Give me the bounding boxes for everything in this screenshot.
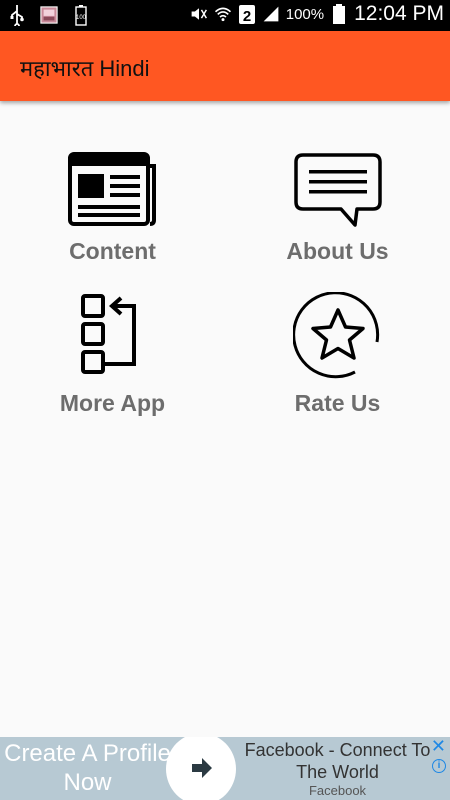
ad-title: Facebook - Connect To The World bbox=[244, 740, 431, 782]
battery-percentage: 100% bbox=[285, 5, 325, 23]
gallery-icon bbox=[40, 6, 58, 24]
rate-us-label: Rate Us bbox=[294, 390, 381, 416]
more-app-button[interactable]: More App bbox=[0, 292, 225, 417]
status-bar: 100 2 100% 12:04 PM bbox=[0, 0, 450, 31]
clock: 12:04 PM bbox=[354, 2, 444, 25]
ad-text[interactable]: Facebook - Connect To The World Facebook bbox=[240, 739, 435, 798]
wifi-icon bbox=[214, 7, 231, 22]
newspaper-icon bbox=[67, 152, 156, 226]
rate-us-button[interactable]: Rate Us bbox=[225, 292, 450, 417]
sim-icon: 2 bbox=[238, 5, 255, 25]
about-us-label: About Us bbox=[286, 238, 389, 264]
arrow-right-icon bbox=[192, 758, 212, 778]
ad-cta-button[interactable] bbox=[166, 737, 236, 800]
mute-icon bbox=[191, 8, 207, 20]
system-status: 2 100% 12:04 PM bbox=[190, 2, 444, 26]
notification-badge: 100 bbox=[76, 15, 87, 21]
signal-icon bbox=[263, 6, 279, 22]
about-us-button[interactable]: About Us bbox=[225, 152, 450, 265]
ad-banner[interactable]: Create A Profile Now Facebook - Connect … bbox=[0, 737, 450, 800]
content-label: Content bbox=[69, 238, 156, 264]
ad-source: Facebook bbox=[308, 783, 367, 798]
content-button[interactable]: Content bbox=[0, 152, 225, 265]
app-title: महाभारत Hindi bbox=[20, 56, 150, 81]
usb-icon bbox=[10, 5, 24, 26]
ad-headline[interactable]: Create A Profile Now bbox=[0, 737, 175, 800]
info-icon[interactable]: i bbox=[432, 759, 446, 773]
battery-icon bbox=[333, 4, 346, 24]
notification-icons: 100 bbox=[8, 4, 90, 26]
sim-badge: 2 bbox=[243, 8, 251, 25]
more-app-label: More App bbox=[59, 390, 166, 416]
battery-notice-icon: 100 bbox=[75, 5, 87, 26]
more-apps-icon bbox=[80, 294, 136, 374]
app-bar: महाभारत Hindi bbox=[0, 31, 450, 101]
chat-bubble-icon bbox=[293, 153, 382, 227]
close-icon[interactable]: ✕ bbox=[431, 737, 446, 755]
star-icon bbox=[292, 292, 379, 379]
